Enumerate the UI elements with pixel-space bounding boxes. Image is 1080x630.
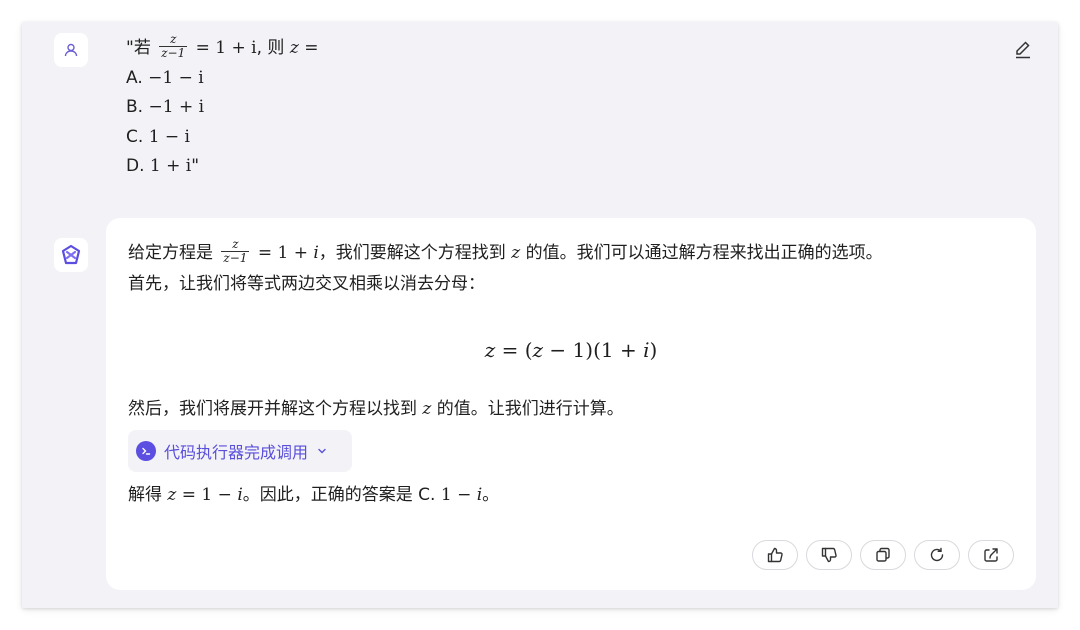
- option-suffix: ": [191, 156, 200, 176]
- message-actions: [752, 540, 1014, 570]
- assistant-logo-icon: [59, 243, 83, 267]
- code-executor-chip[interactable]: 代码执行器完成调用: [128, 430, 352, 472]
- question-rhs: = 1 + i: [195, 38, 257, 58]
- question-prefix: "若: [126, 38, 151, 58]
- thumbs-down-icon: [820, 546, 838, 564]
- text-segment: 然后，我们将展开并解这个方程以找到: [128, 399, 417, 419]
- question-line: "若 z z−1 = 1 + i, 则 z =: [126, 31, 319, 64]
- text-segment: ，我们要解这个方程找到: [318, 243, 506, 263]
- math-variable: z: [167, 485, 177, 505]
- option-label: B.: [126, 97, 144, 117]
- question-equals: =: [304, 38, 319, 58]
- question-tail: , 则: [256, 38, 285, 58]
- math-variable: z: [511, 243, 521, 263]
- display-equation: z = (z − 1)(1 + i): [106, 338, 1036, 362]
- answer-line-2: 首先，让我们将等式两边交叉相乘以消去分母：: [128, 274, 485, 294]
- text-segment: 的值。我们可以通过解方程来找出正确的选项。: [525, 243, 883, 263]
- edit-icon[interactable]: [1012, 38, 1034, 60]
- option-value: −1 − i: [148, 67, 204, 88]
- math-variable: z: [484, 338, 496, 362]
- option-label: D.: [126, 156, 145, 176]
- option-value: −1 + i: [148, 97, 205, 117]
- copy-button[interactable]: [860, 540, 906, 570]
- fraction-numerator: z: [170, 31, 177, 46]
- text-segment: 的值。让我们进行计算。: [436, 399, 624, 419]
- regenerate-icon: [928, 546, 946, 564]
- option-a: A. −1 − i: [126, 64, 318, 94]
- regenerate-button[interactable]: [914, 540, 960, 570]
- math-variable: z: [422, 399, 432, 419]
- text-segment: 给定方程是: [128, 243, 213, 263]
- math-segment: − 1)(1 +: [549, 338, 637, 362]
- terminal-icon: [136, 441, 156, 461]
- copy-icon: [874, 546, 892, 564]
- option-label: A.: [126, 67, 143, 88]
- user-icon: [63, 42, 79, 58]
- math-segment: = 1 −: [181, 485, 232, 505]
- math-segment: ): [649, 338, 658, 362]
- math-segment: = (: [501, 338, 533, 362]
- share-button[interactable]: [968, 540, 1014, 570]
- thumbs-up-icon: [766, 546, 784, 564]
- user-avatar: [54, 33, 88, 67]
- code-executor-label: 代码执行器完成调用: [164, 443, 309, 462]
- option-b: B. −1 + i: [126, 93, 318, 123]
- text-segment: 解得: [128, 485, 162, 505]
- assistant-avatar: [54, 238, 88, 272]
- text-segment: 。因此，正确的答案是 C.: [242, 485, 436, 505]
- user-message: "若 z z−1 = 1 + i, 则 z = A. −1 − i B. −1 …: [126, 31, 319, 182]
- answer-line-1: 给定方程是 z z−1 = 1 + i，我们要解这个方程找到 z 的值。我们可以…: [128, 236, 1016, 269]
- thumbs-down-button[interactable]: [806, 540, 852, 570]
- math-segment: = 1 +: [257, 243, 308, 263]
- answer-line-3: 然后，我们将展开并解这个方程以找到 z 的值。让我们进行计算。: [128, 394, 624, 419]
- option-value: 1 + i: [149, 156, 192, 176]
- answer-line-4: 解得 z = 1 − i。因此，正确的答案是 C. 1 − i。: [128, 480, 499, 505]
- option-d: D. 1 + i": [126, 152, 318, 182]
- option-c: C. 1 − i: [126, 123, 318, 153]
- question-variable: z: [289, 38, 299, 58]
- option-label: C.: [126, 126, 144, 147]
- thumbs-up-button[interactable]: [752, 540, 798, 570]
- assistant-text: 给定方程是 z z−1 = 1 + i，我们要解这个方程找到 z 的值。我们可以…: [128, 236, 1016, 300]
- math-variable: z: [532, 338, 544, 362]
- question-fraction: z z−1: [159, 31, 188, 60]
- share-icon: [982, 546, 1000, 564]
- fraction-denominator: z−1: [159, 45, 188, 60]
- option-value: 1 − i: [148, 126, 190, 147]
- text-segment: 。: [482, 485, 500, 505]
- chevron-down-icon: [316, 445, 328, 457]
- answer-fraction: z z−1: [221, 236, 250, 265]
- fraction-denominator: z−1: [221, 250, 250, 265]
- fraction-numerator: z: [232, 236, 239, 251]
- chat-panel: "若 z z−1 = 1 + i, 则 z = A. −1 − i B. −1 …: [22, 22, 1058, 608]
- math-segment: 1 −: [440, 485, 472, 505]
- assistant-message: 给定方程是 z z−1 = 1 + i，我们要解这个方程找到 z 的值。我们可以…: [106, 218, 1036, 590]
